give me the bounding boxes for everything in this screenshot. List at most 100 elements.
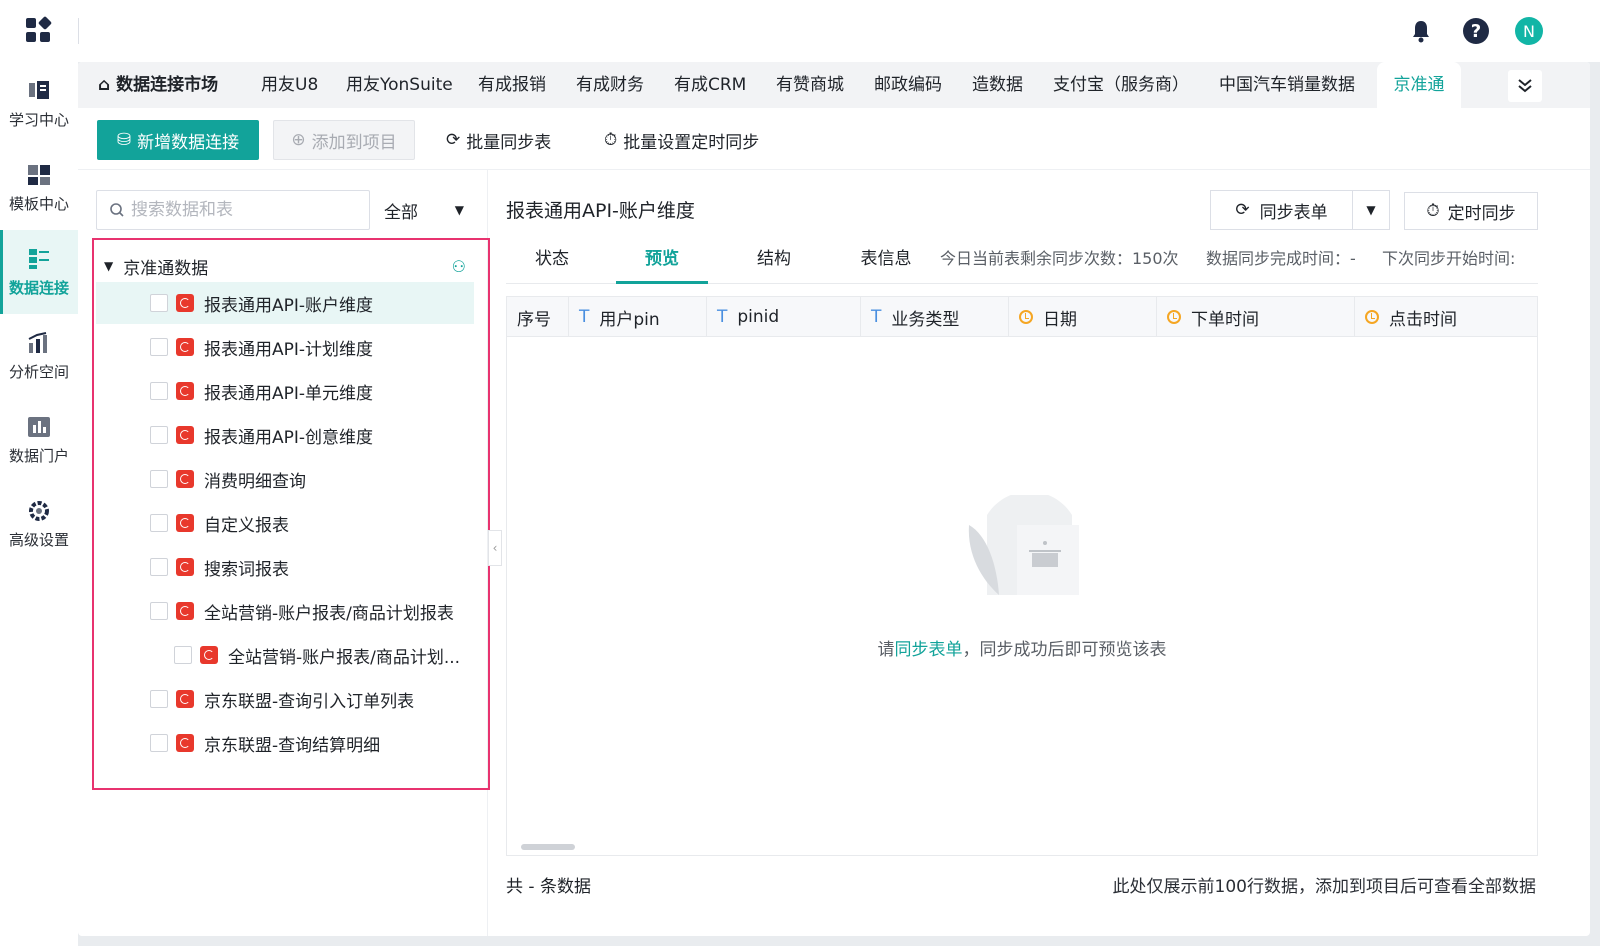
- jingzhuntong-icon: [176, 602, 194, 620]
- clock-icon: [1019, 310, 1033, 324]
- rail-label: 数据门户: [8, 446, 69, 465]
- checkbox[interactable]: [150, 690, 168, 708]
- tree-item[interactable]: 报表通用API-账户维度: [96, 282, 474, 324]
- chevron-down-icon[interactable]: [1508, 70, 1542, 102]
- column-header[interactable]: T 用户pin: [569, 297, 707, 337]
- tree-item[interactable]: 消费明细查询: [96, 458, 474, 500]
- checkbox[interactable]: [150, 426, 168, 444]
- checkbox[interactable]: [150, 558, 168, 576]
- tree-item[interactable]: 全站营销-账户报表/商品计划...: [96, 634, 474, 676]
- add-connection-button[interactable]: ⛁ 新增数据连接: [97, 120, 259, 160]
- checkbox[interactable]: [150, 514, 168, 532]
- tree-item-label: 全站营销-账户报表/商品计划报表: [204, 603, 454, 624]
- search-icon: [110, 203, 124, 217]
- column-header[interactable]: 点击时间: [1355, 297, 1537, 337]
- refresh-icon: ⟳: [1235, 200, 1250, 220]
- tree-item-label: 京东联盟-查询引入订单列表: [204, 691, 415, 712]
- rail-item-portal[interactable]: 数据门户: [0, 398, 78, 482]
- tab-table-info[interactable]: 表信息: [840, 236, 932, 284]
- tree-item[interactable]: 全站营销-账户报表/商品计划报表: [96, 590, 474, 632]
- column-header[interactable]: T pinid: [707, 297, 861, 337]
- column-header[interactable]: 下单时间: [1157, 297, 1355, 337]
- user-setting-icon[interactable]: ⚇: [452, 257, 466, 276]
- tab-structure[interactable]: 结构: [728, 236, 820, 284]
- tab-preview[interactable]: 预览: [616, 236, 708, 284]
- tree-item-label: 消费明细查询: [204, 471, 306, 492]
- checkbox[interactable]: [150, 294, 168, 312]
- empty-suffix: ，同步成功后即可预览该表: [962, 640, 1167, 660]
- tab-mock-data[interactable]: 造数据: [972, 62, 1023, 108]
- tree-item-label: 全站营销-账户报表/商品计划...: [228, 647, 461, 668]
- caret-down-icon: ▼: [1366, 203, 1376, 217]
- checkbox[interactable]: [150, 382, 168, 400]
- app-grid-icon[interactable]: [26, 15, 53, 44]
- tab-status[interactable]: 状态: [506, 236, 598, 284]
- rail-item-settings[interactable]: 高级设置: [0, 482, 78, 566]
- tab-youcheng-expense[interactable]: 有成报销: [478, 62, 546, 108]
- empty-state-illustration: [957, 491, 1087, 605]
- rail-item-learning[interactable]: 学习中心: [0, 62, 78, 146]
- tab-alipay[interactable]: 支付宝（服务商）: [1053, 62, 1189, 108]
- jingzhuntong-icon: [176, 514, 194, 532]
- column-header[interactable]: T 业务类型: [861, 297, 1009, 337]
- column-header[interactable]: 序号: [507, 297, 569, 337]
- search-input[interactable]: [131, 200, 351, 220]
- tree-item[interactable]: 京东联盟-查询结算明细: [96, 722, 474, 764]
- checkbox[interactable]: [150, 470, 168, 488]
- template-icon: [26, 163, 52, 187]
- rail-label: 高级设置: [8, 530, 69, 549]
- tab-jingzhuntong[interactable]: 京准通: [1377, 62, 1461, 108]
- rail-item-templates[interactable]: 模板中心: [0, 146, 78, 230]
- tab-yonyou-u8[interactable]: 用友U8: [261, 62, 318, 108]
- checkbox[interactable]: [150, 734, 168, 752]
- tab-yonsuite[interactable]: 用友YonSuite: [346, 62, 453, 108]
- tree-root[interactable]: ▼ 京准通数据 ⚇: [104, 248, 474, 284]
- rail-item-data-connect[interactable]: 数据连接: [0, 230, 78, 314]
- tab-youcheng-crm[interactable]: 有成CRM: [674, 62, 746, 108]
- add-to-project-button[interactable]: ⊕ 添加到项目: [273, 120, 415, 160]
- empty-state-text: 请同步表单，同步成功后即可预览该表: [507, 635, 1537, 660]
- jingzhuntong-icon: [200, 646, 218, 664]
- tab-postcode[interactable]: 邮政编码: [874, 62, 942, 108]
- button-label: 批量设置定时同步: [623, 132, 760, 153]
- bell-icon[interactable]: [1406, 16, 1436, 46]
- tree-item[interactable]: 报表通用API-创意维度: [96, 414, 474, 456]
- tab-china-auto[interactable]: 中国汽车销量数据: [1219, 62, 1355, 108]
- sync-form-link[interactable]: 同步表单: [895, 640, 963, 660]
- sync-done-info: 数据同步完成时间：-: [1206, 249, 1356, 268]
- tree-item[interactable]: 报表通用API-计划维度: [96, 326, 474, 368]
- top-bar: ? N: [0, 0, 1600, 62]
- caret-down-icon[interactable]: ▼: [104, 259, 113, 273]
- tree-item[interactable]: 京东联盟-查询引入订单列表: [96, 678, 474, 720]
- rail-label: 数据连接: [8, 278, 69, 297]
- rail-item-analysis[interactable]: 分析空间: [0, 314, 78, 398]
- tree-item-label: 报表通用API-单元维度: [204, 383, 374, 404]
- avatar[interactable]: N: [1515, 17, 1543, 45]
- batch-sync-button[interactable]: ⟳ 批量同步表: [446, 120, 551, 160]
- sync-dropdown-button[interactable]: ▼: [1352, 190, 1390, 230]
- column-label: pinid: [737, 307, 780, 327]
- column-label: 序号: [517, 309, 551, 330]
- batch-schedule-button[interactable]: ⏱ 批量设置定时同步: [604, 120, 759, 160]
- checkbox[interactable]: [150, 602, 168, 620]
- table-detail-panel: 报表通用API-账户维度 ⟳ 同步表单 ▼ ⏱ 定时同步 状态 预览 结构 表信…: [488, 170, 1590, 936]
- tab-home[interactable]: ⌂ 数据连接市场: [98, 62, 218, 108]
- tab-youcheng-finance[interactable]: 有成财务: [576, 62, 644, 108]
- column-label: 用户pin: [599, 309, 660, 330]
- column-header[interactable]: 日期: [1009, 297, 1157, 337]
- tree-item[interactable]: 搜索词报表: [96, 546, 474, 588]
- tree-item[interactable]: 报表通用API-单元维度: [96, 370, 474, 412]
- checkbox[interactable]: [174, 646, 192, 664]
- help-icon[interactable]: ?: [1463, 18, 1489, 44]
- column-label: 日期: [1043, 309, 1077, 330]
- horizontal-scrollbar[interactable]: [521, 844, 575, 850]
- filter-select[interactable]: 全部 ▼: [374, 190, 474, 230]
- sync-remaining-info: 今日当前表剩余同步次数：150次: [940, 249, 1179, 268]
- sync-form-button[interactable]: ⟳ 同步表单: [1210, 190, 1352, 230]
- tree-item[interactable]: 自定义报表: [96, 502, 474, 544]
- tab-youzan[interactable]: 有赞商城: [776, 62, 844, 108]
- home-icon: ⌂: [98, 75, 111, 95]
- checkbox[interactable]: [150, 338, 168, 356]
- analysis-icon: [26, 331, 52, 355]
- schedule-sync-button[interactable]: ⏱ 定时同步: [1404, 192, 1538, 230]
